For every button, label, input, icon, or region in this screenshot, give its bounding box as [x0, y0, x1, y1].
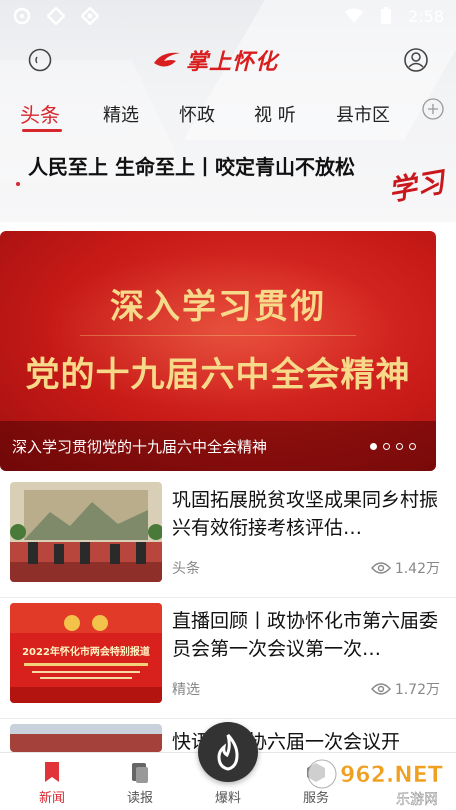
nav-tipoff[interactable]: 爆料 — [200, 785, 256, 806]
news-category: 精选 — [172, 682, 200, 698]
tab-audio-video[interactable]: 视 听 — [254, 101, 296, 127]
news-title: 直播回顾丨政协怀化市第六届委员会第一次会议第一次… — [172, 610, 439, 660]
tab-featured[interactable]: 精选 — [103, 101, 139, 127]
eye-icon — [370, 683, 391, 695]
status-time: 2:58 — [408, 6, 444, 26]
search-icon[interactable] — [26, 46, 54, 74]
tab-huaizheng[interactable]: 怀政 — [179, 101, 215, 127]
eye-icon — [370, 562, 391, 574]
wifi-icon — [344, 6, 364, 26]
tipoff-fire-button[interactable] — [198, 722, 258, 782]
carousel-dot[interactable] — [370, 443, 377, 450]
svg-text:962.NET: 962.NET — [340, 763, 443, 788]
category-tabs: 头条 精选 怀政 视 听 县市区 — [0, 96, 456, 132]
news-views: 1.72万 — [370, 679, 440, 699]
user-profile-icon[interactable] — [402, 46, 430, 74]
fire-icon — [217, 733, 239, 771]
app-status-icon — [46, 6, 66, 26]
news-views: 1.42万 — [370, 558, 440, 578]
headline-text[interactable]: 人民至上 生命至上丨咬定青山不放松 — [28, 152, 368, 182]
battery-icon — [376, 6, 396, 26]
app-logo: 掌上怀化 — [152, 46, 279, 75]
site-watermark: 962.NET 乐游网 — [300, 752, 456, 810]
nav-newspaper[interactable]: 读报 — [112, 759, 168, 806]
news-list-item[interactable]: 2022年怀化市两会特别报道 直播回顾丨政协怀化市第六届委员会第一次会议第一次…… — [0, 603, 456, 719]
app-header: 掌上怀化 — [0, 40, 456, 80]
carousel-dot[interactable] — [396, 443, 403, 450]
active-tab-indicator — [22, 129, 62, 132]
settings-status-icon — [12, 6, 32, 26]
banner-title-line2: 党的十九届六中全会精神 — [25, 355, 411, 395]
carousel-dot[interactable] — [409, 443, 416, 450]
newspaper-icon — [132, 763, 148, 783]
news-list-item[interactable]: 巩固拓展脱贫攻坚成果同乡村振兴有效衔接考核评估… 头条 1.42万 — [0, 482, 456, 598]
logo-text: 掌上怀化 — [186, 50, 279, 75]
status-bar: 2:58 — [0, 0, 456, 32]
carousel-dots — [370, 443, 416, 450]
logo-swoosh-icon — [154, 52, 180, 67]
svg-text:2022年怀化市两会特别报道: 2022年怀化市两会特别报道 — [22, 645, 150, 658]
add-tab-icon[interactable] — [422, 98, 444, 120]
news-thumbnail: 2022年怀化市两会特别报道 — [10, 603, 162, 703]
news-title: 巩固拓展脱贫攻坚成果同乡村振兴有效衔接考核评估… — [172, 489, 439, 539]
tab-counties[interactable]: 县市区 — [336, 101, 390, 127]
tab-headlines[interactable]: 头条 — [20, 99, 60, 128]
news-thumbnail — [10, 482, 162, 582]
news-category: 头条 — [172, 561, 200, 577]
banner-caption: 深入学习贯彻党的十九届六中全会精神 — [12, 438, 268, 456]
nav-news[interactable]: 新闻 — [24, 759, 80, 806]
banner-title-line1: 深入学习贯彻 — [110, 287, 326, 327]
bookmark-news-icon — [45, 762, 59, 782]
study-badge-icon[interactable]: 学习 — [384, 160, 450, 208]
svg-text:学习: 学习 — [386, 165, 448, 208]
carousel-dot[interactable] — [383, 443, 390, 450]
headline-bullet — [16, 182, 20, 186]
svg-text:乐游网: 乐游网 — [396, 792, 438, 808]
banner-divider — [80, 335, 356, 336]
app2-status-icon — [80, 6, 100, 26]
news-thumbnail — [10, 724, 162, 752]
featured-banner[interactable]: 深入学习贯彻 党的十九届六中全会精神 深入学习贯彻党的十九届六中全会精神 — [0, 231, 436, 471]
